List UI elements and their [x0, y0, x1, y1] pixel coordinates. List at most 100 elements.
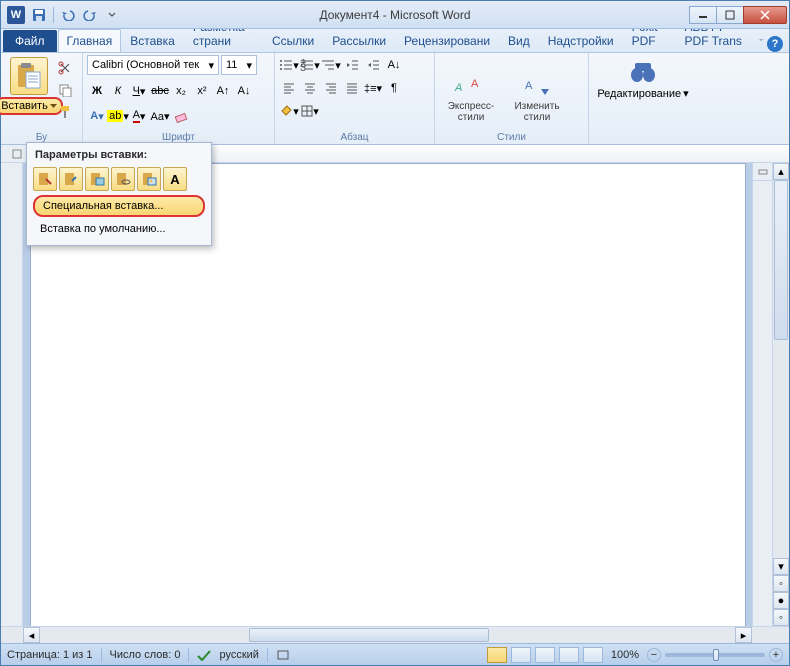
font-color-button[interactable]: A▾ [129, 106, 149, 126]
superscript-button[interactable]: x² [192, 81, 212, 101]
numbering-button[interactable]: 123▾ [300, 55, 320, 75]
format-painter-button[interactable] [55, 103, 75, 121]
eraser-icon [174, 109, 188, 123]
ribbon-tabs: Файл Главная Вставка Разметка страни Ссы… [1, 29, 789, 53]
borders-button[interactable]: ▾ [300, 101, 320, 121]
tab-home[interactable]: Главная [58, 29, 122, 52]
tab-addins[interactable]: Надстройки [539, 29, 623, 52]
zoom-in-button[interactable]: + [769, 648, 783, 662]
view-full-screen[interactable] [511, 647, 531, 663]
status-separator [101, 648, 102, 662]
paste-picture-button[interactable] [85, 167, 109, 191]
prev-page-button[interactable]: ◦ [773, 575, 789, 592]
status-language[interactable]: русский [219, 649, 258, 661]
paste-text-only-button[interactable]: A [163, 167, 187, 191]
paste-default-menuitem[interactable]: Вставка по умолчанию... [33, 219, 205, 239]
paste-special-menuitem[interactable]: Специальная вставка... [33, 195, 205, 217]
scroll-left-button[interactable]: ◂ [23, 627, 40, 643]
paste-link-button[interactable] [111, 167, 135, 191]
font-name-combo[interactable]: Calibri (Основной тек▾ [87, 55, 219, 75]
zoom-slider-knob[interactable] [713, 649, 719, 661]
status-insert-mode[interactable] [276, 649, 290, 661]
browse-object-button[interactable]: ● [773, 592, 789, 609]
bold-button[interactable]: Ж [87, 81, 107, 101]
text-effects-button[interactable]: A▾ [87, 106, 107, 126]
maximize-button[interactable] [716, 6, 744, 24]
tab-review[interactable]: Рецензировани [395, 29, 499, 52]
decrease-indent-button[interactable] [342, 55, 362, 75]
paste-keep-text-button[interactable] [137, 167, 161, 191]
qat-customize-button[interactable] [102, 5, 122, 25]
show-marks-button[interactable]: ¶ [384, 78, 404, 98]
scroll-v-thumb[interactable] [774, 180, 788, 340]
file-tab[interactable]: Файл [3, 30, 57, 52]
paste-merge-button[interactable] [59, 167, 83, 191]
grow-font-button[interactable]: A↑ [213, 81, 233, 101]
increase-indent-button[interactable] [363, 55, 383, 75]
undo-button[interactable] [58, 5, 78, 25]
align-left-button[interactable] [279, 78, 299, 98]
status-words[interactable]: Число слов: 0 [110, 649, 181, 661]
save-button[interactable] [29, 5, 49, 25]
vertical-scrollbar[interactable]: ▴ ▾ ◦ ● ◦ [772, 163, 789, 626]
multilevel-list-button[interactable]: ▾ [321, 55, 341, 75]
statusbar: Страница: 1 из 1 Число слов: 0 русский 1… [1, 643, 789, 665]
ruler-toggle-right[interactable] [753, 163, 772, 181]
horizontal-scrollbar[interactable]: ◂ ▸ [1, 626, 789, 643]
align-center-button[interactable] [300, 78, 320, 98]
sort-button[interactable]: A↓ [384, 55, 404, 75]
subscript-button[interactable]: x₂ [171, 81, 191, 101]
highlight-color-button[interactable]: ab▾ [108, 106, 128, 126]
clear-formatting-button[interactable] [171, 106, 191, 126]
next-page-button[interactable]: ◦ [773, 609, 789, 626]
shading-button[interactable]: ▾ [279, 101, 299, 121]
minimize-ribbon-button[interactable]: ˇ [759, 38, 763, 50]
align-right-button[interactable] [321, 78, 341, 98]
tab-mailings[interactable]: Рассылки [323, 29, 395, 52]
paste-button[interactable]: Вставить [5, 55, 53, 115]
paste-split-button[interactable]: Вставить [0, 97, 63, 115]
minimize-button[interactable] [689, 6, 717, 24]
change-case-button[interactable]: Aa▾ [150, 106, 170, 126]
app-window: W Документ4 - Microsoft Word Файл Главна… [0, 0, 790, 666]
change-styles-button[interactable]: A Изменить стили [505, 63, 569, 123]
zoom-percent[interactable]: 100% [611, 649, 639, 661]
close-button[interactable] [743, 6, 787, 24]
paste-keep-source-button[interactable] [33, 167, 57, 191]
zoom-out-button[interactable]: − [647, 648, 661, 662]
tab-view[interactable]: Вид [499, 29, 539, 52]
underline-button[interactable]: Ч▾ [129, 81, 149, 101]
scroll-v-track[interactable] [773, 180, 789, 558]
word-app-icon: W [7, 6, 25, 24]
bullets-button[interactable]: ▾ [279, 55, 299, 75]
copy-button[interactable] [55, 81, 75, 99]
editing-button[interactable]: Редактирование▾ [593, 55, 693, 100]
redo-button[interactable] [80, 5, 100, 25]
quick-styles-button[interactable]: AA Экспресс-стили [439, 63, 503, 123]
view-draft[interactable] [583, 647, 603, 663]
scroll-up-button[interactable]: ▴ [773, 163, 789, 180]
italic-button[interactable]: К [108, 81, 128, 101]
help-button[interactable]: ? [767, 36, 783, 52]
scroll-down-button[interactable]: ▾ [773, 558, 789, 575]
zoom-slider[interactable] [665, 653, 765, 657]
cut-button[interactable] [55, 59, 75, 77]
view-outline[interactable] [559, 647, 579, 663]
scroll-right-button[interactable]: ▸ [735, 627, 752, 643]
view-web-layout[interactable] [535, 647, 555, 663]
strikethrough-button[interactable]: abc [150, 81, 170, 101]
status-page[interactable]: Страница: 1 из 1 [7, 649, 93, 661]
ribbon: Вставить Бу Calibri (Основной тек▾ 11▾ [1, 53, 789, 145]
font-size-combo[interactable]: 11▾ [221, 55, 257, 75]
tab-references[interactable]: Ссылки [263, 29, 323, 52]
status-spellcheck[interactable] [197, 649, 211, 661]
svg-text:3: 3 [300, 62, 306, 71]
scroll-h-track[interactable] [40, 627, 735, 643]
view-print-layout[interactable] [487, 647, 507, 663]
line-spacing-button[interactable]: ‡≡▾ [363, 78, 383, 98]
justify-button[interactable] [342, 78, 362, 98]
scroll-h-thumb[interactable] [249, 628, 489, 642]
vertical-ruler[interactable] [1, 163, 23, 626]
tab-insert[interactable]: Вставка [121, 29, 184, 52]
shrink-font-button[interactable]: A↓ [234, 81, 254, 101]
